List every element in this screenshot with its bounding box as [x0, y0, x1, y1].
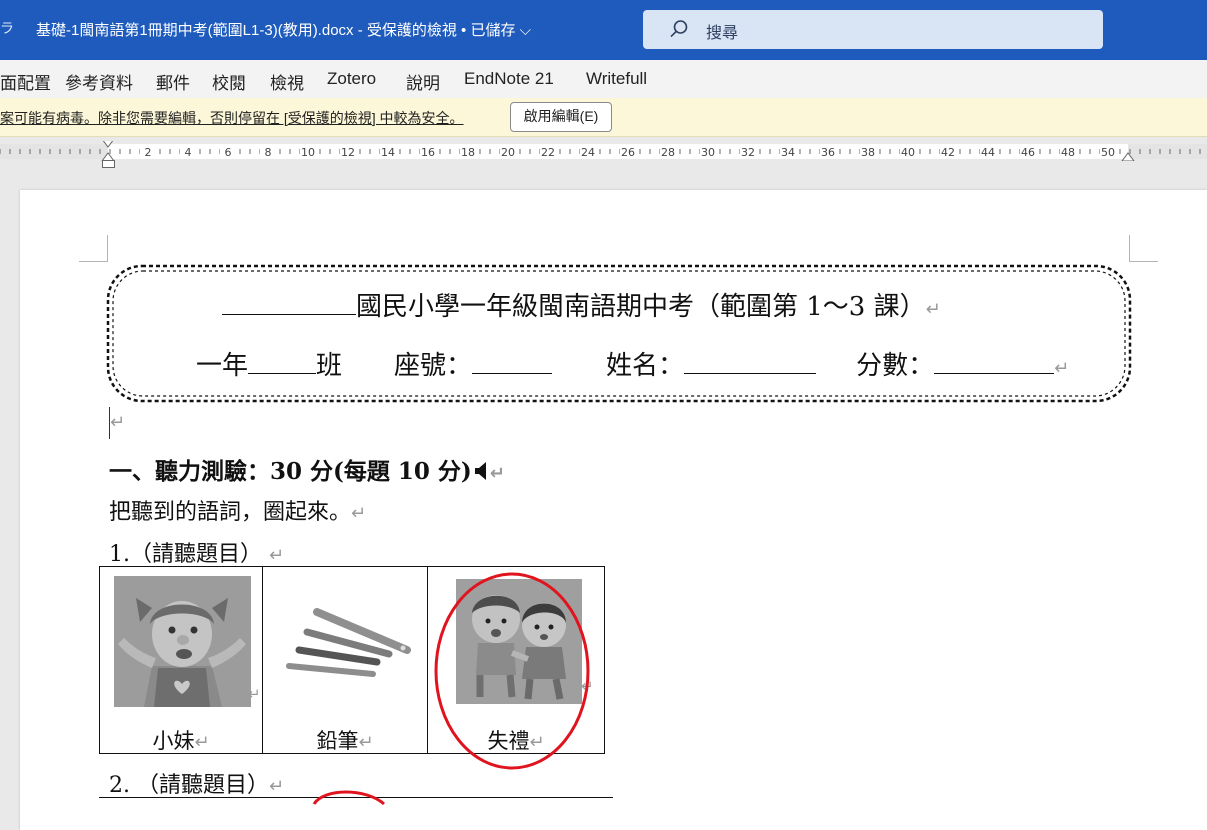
- class-label: 班: [316, 351, 343, 381]
- tab-help[interactable]: 說明: [406, 69, 440, 94]
- ruler-label: 40: [901, 146, 915, 159]
- q1-option-label: 鉛筆↵: [316, 729, 374, 753]
- ruler-label: 30: [701, 146, 715, 159]
- section1-title: 一、聽力測驗：30 分(每題 10 分) ↵: [109, 452, 505, 486]
- ruler-label: 16: [421, 146, 435, 159]
- instruction-text: 把聽到的語詞，圈起來。↵: [109, 494, 366, 526]
- question2-label: 2. （請聽題目）↵: [109, 767, 284, 799]
- enable-editing-button[interactable]: 啟用編輯(E): [510, 102, 612, 132]
- class-blank[interactable]: [248, 373, 317, 374]
- cell-end-mark: ↵: [248, 685, 261, 703]
- ruler-label: 44: [981, 146, 995, 159]
- girl-picture: [114, 576, 251, 707]
- ruler-label: 28: [661, 146, 675, 159]
- score-label: 分數：: [856, 351, 935, 381]
- header-dashed-frame: [106, 264, 1132, 403]
- exam-title: 國民小學一年級閩南語期中考（範圍第 1～3 課）↵: [222, 286, 941, 323]
- tab-review[interactable]: 校閱: [212, 69, 246, 94]
- q2-label: 2. （請聽題目）: [109, 773, 269, 798]
- tab-endnote[interactable]: EndNote 21: [464, 69, 554, 89]
- ruler-label: 2: [145, 146, 152, 159]
- paragraph-mark: ↵: [351, 503, 367, 524]
- left-indent-marker[interactable]: [102, 160, 115, 168]
- paragraph-mark: ↵: [489, 463, 505, 484]
- paragraph-mark: ↵: [268, 776, 285, 797]
- section1-title-text: 一、聽力測驗：30 分(每題 10 分): [109, 458, 472, 485]
- crop-mark-top-right: [1129, 235, 1158, 262]
- ruler-label: 10: [301, 146, 315, 159]
- tab-layout[interactable]: 面配置: [0, 69, 51, 94]
- ruler-label: 42: [941, 146, 955, 159]
- ruler-label: 20: [501, 146, 515, 159]
- quick-access-glyph[interactable]: ラ: [0, 18, 14, 38]
- tab-zotero[interactable]: Zotero: [327, 69, 376, 89]
- tab-mailings[interactable]: 郵件: [156, 69, 190, 94]
- tab-references[interactable]: 參考資料: [65, 69, 133, 94]
- search-label: 搜尋: [706, 25, 739, 42]
- empty-paragraph-mark: ↵: [110, 412, 126, 433]
- grade-label: 一年: [196, 351, 249, 381]
- instruction: 把聽到的語詞，圈起來。: [109, 500, 352, 525]
- score-blank[interactable]: [934, 373, 1055, 374]
- paragraph-mark: ↵: [925, 299, 941, 320]
- name-blank[interactable]: [684, 373, 817, 374]
- answer-circle-partial: [312, 790, 385, 806]
- protected-view-bar: 案可能有病毒。除非您需要編輯，否則停留在 [受保護的檢視] 中較為安全。 啟用編…: [0, 98, 1207, 137]
- ruler-label: 26: [621, 146, 635, 159]
- ruler-label: 38: [861, 146, 875, 159]
- document-title[interactable]: 基礎-1閩南語第1冊期中考(範圍L1-3)(教用).docx - 受保護的檢視 …: [36, 19, 531, 40]
- ruler-label: 34: [781, 146, 795, 159]
- crop-mark-top-left: [79, 235, 108, 262]
- search-box[interactable]: 搜尋: [643, 10, 1103, 49]
- ruler-label: 18: [461, 146, 475, 159]
- ruler-label: 46: [1021, 146, 1035, 159]
- q1-option-cell[interactable]: 鉛筆↵: [262, 566, 428, 754]
- ribbon-tabs: 面配置 參考資料 郵件 校閱 檢視 Zotero 說明 EndNote 21 W…: [0, 60, 1207, 98]
- exam-title-text: 國民小學一年級閩南語期中考（範圍第 1～3 課）: [356, 292, 926, 322]
- ruler-label: 14: [381, 146, 395, 159]
- name-label: 姓名：: [606, 351, 685, 381]
- q1-option-label: 小妹↵: [152, 729, 210, 753]
- seat-label: 座號：: [394, 351, 473, 381]
- seat-blank[interactable]: [472, 373, 553, 374]
- tab-writefull[interactable]: Writefull: [586, 69, 647, 89]
- ruler-label: 8: [265, 146, 272, 159]
- speaker-icon[interactable]: [474, 461, 490, 481]
- horizontal-ruler[interactable]: 2 4 6 8 10 12 14 16 18 20 22 24 26 28 30 32 34 36 38 40 42 44…: [0, 141, 1207, 161]
- paragraph-mark: ↵: [269, 545, 285, 566]
- ruler-label: 36: [821, 146, 835, 159]
- q1-option-cell[interactable]: ↵ 小妹↵: [99, 566, 263, 754]
- ruler-label: 32: [741, 146, 755, 159]
- title-bar: ラ 基礎-1閩南語第1冊期中考(範圍L1-3)(教用).docx - 受保護的檢…: [0, 0, 1207, 60]
- pencils-picture: [286, 608, 411, 677]
- ruler-label: 24: [581, 146, 595, 159]
- question1-label: 1.（請聽題目） ↵: [109, 536, 284, 568]
- ruler-label: 12: [341, 146, 355, 159]
- protected-view-message[interactable]: 案可能有病毒。除非您需要編輯，否則停留在 [受保護的檢視] 中較為安全。: [0, 108, 464, 128]
- paragraph-mark: ↵: [194, 732, 210, 753]
- answer-circle: [434, 572, 590, 770]
- student-info-line: 一年 班 座號： 姓名： 分數： ↵: [196, 345, 1069, 382]
- q1-label: 1.（請聽題目）: [109, 542, 262, 567]
- school-name-blank[interactable]: [222, 314, 356, 315]
- ruler-label: 48: [1061, 146, 1075, 159]
- tab-view[interactable]: 檢視: [270, 69, 304, 94]
- paragraph-mark: ↵: [358, 732, 374, 753]
- ruler-label: 6: [225, 146, 232, 159]
- ruler-label: 50: [1101, 146, 1115, 159]
- ruler-label: 22: [541, 146, 555, 159]
- paragraph-mark: ↵: [1054, 358, 1070, 379]
- search-icon: [670, 20, 688, 38]
- document-page[interactable]: 國民小學一年級閩南語期中考（範圍第 1～3 課）↵ 一年班座號： 姓名： 分數： ↵ …: [20, 190, 1207, 830]
- ruler-label: 4: [185, 146, 192, 159]
